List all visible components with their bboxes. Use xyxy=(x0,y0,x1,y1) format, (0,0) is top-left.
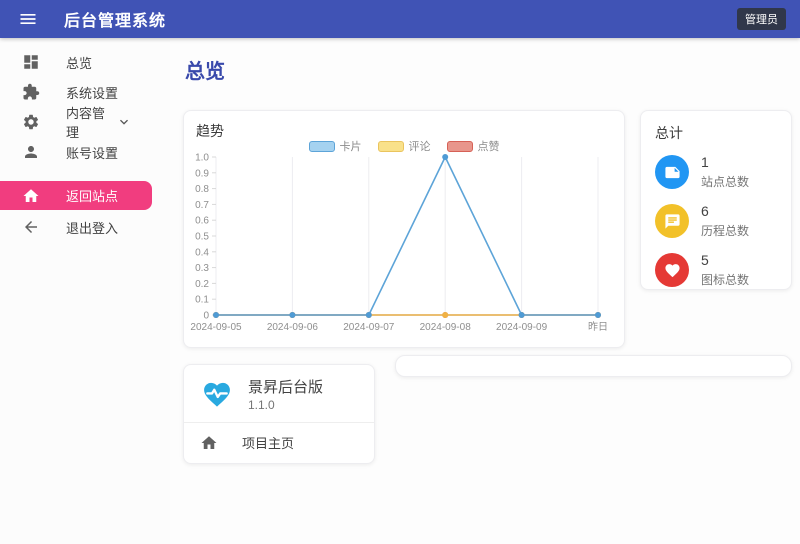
svg-text:2024-09-07: 2024-09-07 xyxy=(343,322,395,333)
sidebar-item-label: 系统设置 xyxy=(66,83,118,102)
home-icon xyxy=(200,434,218,452)
about-card: 景昇后台版 1.1.0 项目主页 xyxy=(183,364,375,464)
total-item-icons: 5 图标总数 xyxy=(655,252,777,288)
svg-text:2024-09-09: 2024-09-09 xyxy=(496,322,548,333)
chevron-down-icon xyxy=(116,114,132,130)
svg-text:0.8: 0.8 xyxy=(195,184,209,195)
home-icon xyxy=(22,187,40,205)
project-home-label: 项目主页 xyxy=(242,433,294,452)
empty-panel xyxy=(395,355,792,377)
top-app-bar: 后台管理系统 管理员 xyxy=(0,0,800,38)
sidebar-item-logout[interactable]: 退出登入 xyxy=(0,212,170,242)
total-avatar xyxy=(655,155,689,189)
total-label: 站点总数 xyxy=(701,173,749,190)
heart-icon xyxy=(664,262,681,279)
total-value: 6 xyxy=(701,203,749,219)
puzzle-icon xyxy=(22,83,40,101)
svg-text:0.2: 0.2 xyxy=(195,279,209,290)
total-label: 图标总数 xyxy=(701,271,749,288)
totals-list: 1 站点总数 6 历程总数 5 图标总数 xyxy=(655,154,777,288)
dashboard-icon xyxy=(22,53,40,71)
legend-label: 点赞 xyxy=(478,138,500,154)
legend-swatch xyxy=(309,141,335,152)
svg-text:0: 0 xyxy=(203,311,209,322)
total-avatar xyxy=(655,204,689,238)
legend-item[interactable]: 点赞 xyxy=(447,138,500,154)
sidebar-item-content-management[interactable]: 内容管理 xyxy=(0,107,170,137)
sidebar-item-label: 返回站点 xyxy=(66,186,118,205)
svg-text:2024-09-05: 2024-09-05 xyxy=(190,322,242,333)
gear-icon xyxy=(22,113,40,131)
svg-text:2024-09-08: 2024-09-08 xyxy=(420,322,472,333)
trend-card-title: 趋势 xyxy=(196,121,612,139)
sidebar-item-back-to-site[interactable]: 返回站点 xyxy=(0,181,152,210)
svg-text:1.0: 1.0 xyxy=(195,153,209,164)
app-title: 后台管理系统 xyxy=(64,7,166,31)
legend-label: 卡片 xyxy=(340,138,362,154)
product-version: 1.1.0 xyxy=(248,398,323,412)
svg-text:0.7: 0.7 xyxy=(195,200,209,211)
trend-chart-svg: 2024-09-052024-09-062024-09-072024-09-08… xyxy=(196,153,614,335)
sidebar-item-overview[interactable]: 总览 xyxy=(0,47,170,77)
svg-text:0.1: 0.1 xyxy=(195,295,209,306)
svg-text:0.4: 0.4 xyxy=(195,247,209,258)
sidebar-item-label: 退出登入 xyxy=(66,218,118,237)
svg-text:0.5: 0.5 xyxy=(195,232,209,243)
product-name: 景昇后台版 xyxy=(248,376,323,397)
sidebar-item-account-settings[interactable]: 账号设置 xyxy=(0,137,170,167)
project-home-link[interactable]: 项目主页 xyxy=(184,423,374,463)
legend-item[interactable]: 卡片 xyxy=(309,138,362,154)
svg-text:2024-09-06: 2024-09-06 xyxy=(267,322,319,333)
chart-legend: 卡片 评论 点赞 xyxy=(196,139,612,153)
comment-icon xyxy=(664,213,681,230)
main-content: 总览 趋势 卡片 评论 点赞 2024-09-05 2024-09-06 2024-09… xyxy=(170,38,800,544)
trend-card: 趋势 卡片 评论 点赞 2024-09-05 2024-09-06 2024-09-07… xyxy=(183,110,625,348)
total-item-sites: 1 站点总数 xyxy=(655,154,777,190)
total-label: 历程总数 xyxy=(701,222,749,239)
menu-icon[interactable] xyxy=(18,9,38,29)
legend-swatch xyxy=(378,141,404,152)
sidebar-item-label: 内容管理 xyxy=(66,103,116,141)
legend-item[interactable]: 评论 xyxy=(378,138,431,154)
svg-text:0.6: 0.6 xyxy=(195,216,209,227)
total-avatar xyxy=(655,253,689,287)
svg-text:0.3: 0.3 xyxy=(195,263,209,274)
sidebar: 总览系统设置内容管理账号设置返回站点退出登入 xyxy=(0,38,170,544)
totals-card-title: 总计 xyxy=(655,123,777,141)
person-icon xyxy=(22,143,40,161)
note-icon xyxy=(664,164,681,181)
legend-label: 评论 xyxy=(409,138,431,154)
arrow-left-icon xyxy=(22,218,40,236)
total-item-journeys: 6 历程总数 xyxy=(655,203,777,239)
legend-swatch xyxy=(447,141,473,152)
trend-line-chart: 2024-09-052024-09-062024-09-072024-09-08… xyxy=(196,153,612,335)
page-title: 总览 xyxy=(185,60,792,84)
total-value: 1 xyxy=(701,154,749,170)
svg-text:0.9: 0.9 xyxy=(195,168,209,179)
totals-card: 总计 1 站点总数 6 历程总数 5 图标总数 xyxy=(640,110,792,290)
sidebar-item-label: 总览 xyxy=(66,53,92,72)
heart-pulse-icon xyxy=(200,379,234,410)
sidebar-item-label: 账号设置 xyxy=(66,143,118,162)
admin-badge[interactable]: 管理员 xyxy=(737,8,786,30)
total-value: 5 xyxy=(701,252,749,268)
about-card-header: 景昇后台版 1.1.0 xyxy=(184,365,374,422)
svg-text:昨日: 昨日 xyxy=(588,321,608,333)
